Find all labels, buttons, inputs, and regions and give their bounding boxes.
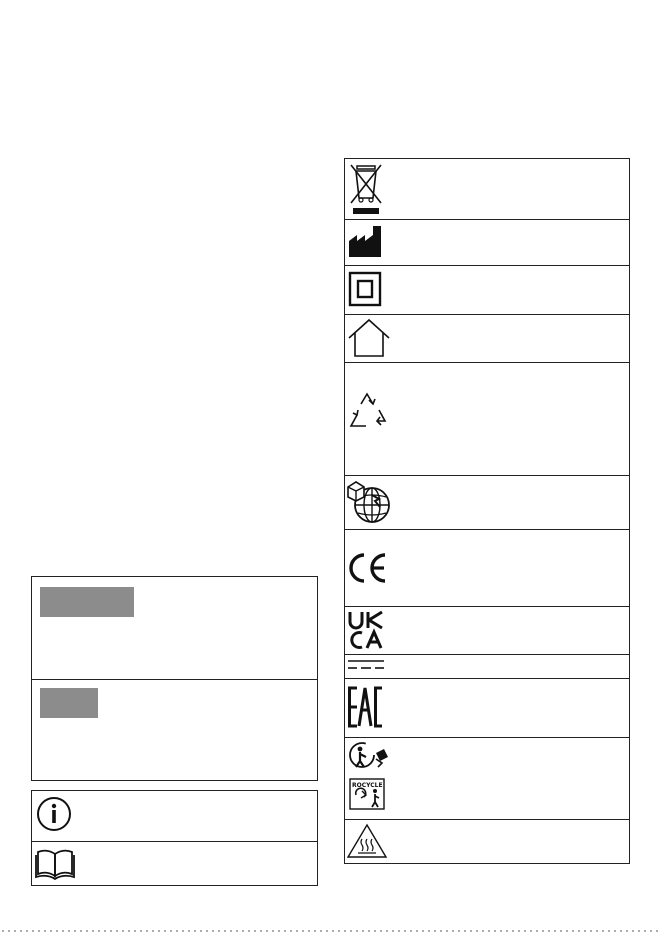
ce-mark-icon [347, 552, 389, 584]
worldwide-shipping-globe-icon [346, 479, 392, 525]
svg-text:ROCYCLE: ROCYCLE [352, 782, 383, 789]
row-divider [344, 475, 630, 476]
row-divider [344, 606, 630, 607]
direct-current-icon [348, 658, 384, 672]
weee-crossed-bin-icon [348, 162, 384, 216]
recycling-triangle-icon [346, 390, 390, 432]
row-divider [344, 314, 630, 315]
page-bottom-edge [0, 929, 662, 933]
row-divider [344, 737, 630, 738]
row-divider [344, 219, 630, 220]
manufacturer-icon [348, 224, 384, 258]
ukca-mark-icon [347, 610, 385, 650]
info-panel-divider [31, 841, 318, 842]
read-manual-icon [35, 846, 75, 880]
row-divider [344, 529, 630, 530]
tidyman-recycle-icon: ROCYCLE [348, 741, 392, 811]
row-divider [344, 678, 630, 679]
double-insulation-class-ii-icon [348, 270, 382, 308]
caution-label-swatch [40, 688, 98, 718]
row-divider [344, 819, 630, 820]
indoor-use-icon [346, 318, 392, 358]
signal-word-divider [31, 679, 318, 680]
info-icon [36, 796, 72, 832]
hot-surface-warning-icon [346, 823, 388, 859]
eac-mark-icon [348, 686, 384, 728]
warning-label-swatch [40, 587, 134, 617]
row-divider [344, 654, 630, 655]
row-divider [344, 265, 630, 266]
row-divider [344, 362, 630, 363]
